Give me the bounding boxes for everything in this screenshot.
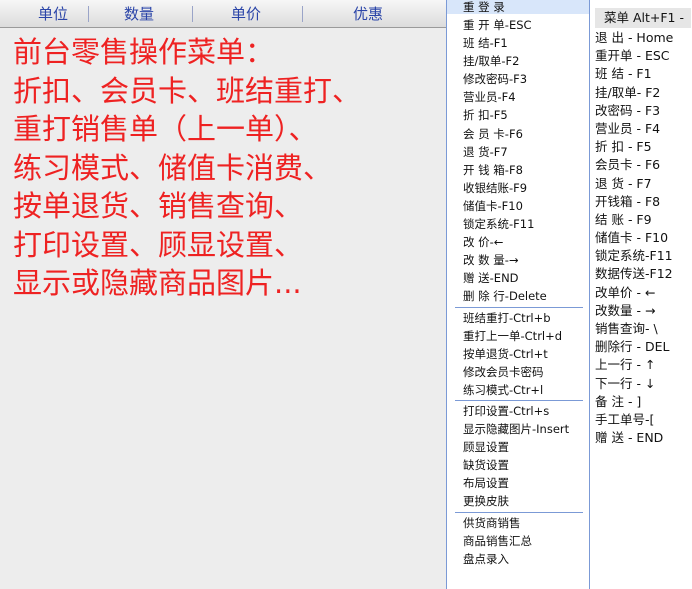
overlay-text-line: 练习模式、储值卡消费、 (13, 150, 333, 185)
menu-item-open-drawer[interactable]: 开 钱 箱-F8 (447, 161, 589, 179)
menu-item-relogin[interactable]: 重 登 录 (447, 0, 589, 14)
shortcut-delete-row[interactable]: 删除行 - DEL (595, 338, 692, 356)
column-header-quantity[interactable]: 数量 (96, 6, 182, 23)
column-header-discount[interactable]: 优惠 (320, 6, 416, 23)
shortcut-return[interactable]: 退 货 - F7 (595, 175, 692, 193)
menu-item-reprint-shift[interactable]: 班结重打-Ctrl+b (447, 309, 589, 327)
menu-item-lock-system[interactable]: 锁定系统-F11 (447, 215, 589, 233)
shortcut-next-row[interactable]: 下一行 - ↓ (595, 375, 692, 393)
menu-item-supplier-sales[interactable]: 供货商销售 (447, 514, 589, 532)
shortcut-manual-number[interactable]: 手工单号-[ (595, 411, 692, 429)
shortcut-change-price[interactable]: 改单价 - ← (595, 284, 692, 302)
shortcut-gift[interactable]: 赠 送 - END (595, 429, 692, 447)
menu-item-stocktake[interactable]: 盘点录入 (447, 550, 589, 568)
shortcut-open-drawer[interactable]: 开钱箱 - F8 (595, 193, 692, 211)
column-divider[interactable] (302, 6, 303, 22)
overlay-text-line: 按单退货、销售查询、 (13, 189, 304, 223)
menu-item-delete-row[interactable]: 删 除 行-Delete (447, 287, 589, 305)
menu-item-shift-close[interactable]: 班 结-F1 (447, 34, 589, 52)
shortcut-member-card[interactable]: 会员卡 - F6 (595, 156, 692, 174)
menu-item-sales-summary[interactable]: 商品销售汇总 (447, 532, 589, 550)
menu-item-print-settings[interactable]: 打印设置-Ctrl+s (447, 402, 589, 420)
shortcut-reopen[interactable]: 重开单 - ESC (595, 47, 692, 65)
menu-item-reopen[interactable]: 重 开 单-ESC (447, 16, 589, 34)
operations-dropdown-menu: 重 登 录 重 开 单-ESC 班 结-F1 挂/取单-F2 修改密码-F3 营… (446, 0, 590, 589)
menu-item-change-password[interactable]: 修改密码-F3 (447, 70, 589, 88)
shortcut-panel: 菜单 Alt+F1 - 退 出 - Home 重开单 - ESC 班 结 - F… (590, 0, 692, 589)
overlay-text-line: 重打销售单（上一单）、 (13, 112, 318, 146)
menu-item-stored-value-card[interactable]: 储值卡-F10 (447, 197, 589, 215)
column-divider[interactable] (192, 6, 193, 22)
sales-table-header: 单位 数量 单价 优惠 (0, 0, 446, 28)
shortcut-shift-close[interactable]: 班 结 - F1 (595, 65, 692, 83)
overlay-text-line: 打印设置、顾显设置、 (13, 227, 304, 262)
menu-item-stockout-settings[interactable]: 缺货设置 (447, 456, 589, 474)
column-header-price[interactable]: 单价 (200, 6, 292, 23)
shortcut-remark[interactable]: 备 注 - ] (595, 393, 692, 411)
shortcut-previous-row[interactable]: 上一行 - ↑ (595, 356, 692, 374)
column-header-unit[interactable]: 单位 (22, 6, 84, 23)
menu-button[interactable]: 菜单 Alt+F1 - (595, 8, 691, 28)
menu-item-salesperson[interactable]: 营业员-F4 (447, 88, 589, 106)
menu-item-discount[interactable]: 折 扣-F5 (447, 106, 589, 124)
menu-item-gift[interactable]: 赠 送-END (447, 269, 589, 287)
menu-description-overlay: 前台零售操作菜单： 折扣、会员卡、班结重打、 重打销售单（上一单）、 练习模式、… (13, 33, 446, 303)
overlay-text-line: 前台零售操作菜单： (13, 35, 275, 69)
menu-item-member-card[interactable]: 会 员 卡-F6 (447, 125, 589, 143)
menu-item-return[interactable]: 退 货-F7 (447, 143, 589, 161)
shortcut-list: 退 出 - Home 重开单 - ESC 班 结 - F1 挂/取单- F2 改… (595, 29, 692, 447)
shortcut-checkout[interactable]: 结 账 - F9 (595, 211, 692, 229)
menu-item-change-skin[interactable]: 更换皮肤 (447, 492, 589, 510)
menu-item-checkout[interactable]: 收银结账-F9 (447, 179, 589, 197)
shortcut-hold-retrieve[interactable]: 挂/取单- F2 (595, 84, 692, 102)
menu-item-practice-mode[interactable]: 练习模式-Ctr+l (447, 381, 589, 399)
shortcut-change-quantity[interactable]: 改数量 - → (595, 302, 692, 320)
shortcut-lock-system[interactable]: 锁定系统-F11 (595, 247, 692, 265)
menu-separator (447, 511, 589, 514)
menu-item-return-by-receipt[interactable]: 按单退货-Ctrl+t (447, 345, 589, 363)
shortcut-sales-query[interactable]: 销售查询- \ (595, 320, 692, 338)
menu-item-layout-settings[interactable]: 布局设置 (447, 474, 589, 492)
overlay-text-line: 显示或隐藏商品图片... (13, 266, 302, 300)
shortcut-discount[interactable]: 折 扣 - F5 (595, 138, 692, 156)
menu-item-toggle-images[interactable]: 显示隐藏图片-Insert (447, 420, 589, 438)
menu-item-hold-retrieve[interactable]: 挂/取单-F2 (447, 52, 589, 70)
column-divider[interactable] (88, 6, 89, 22)
menu-item-change-quantity[interactable]: 改 数 量-→ (447, 251, 589, 269)
shortcut-stored-value-card[interactable]: 储值卡 - F10 (595, 229, 692, 247)
sales-table-body[interactable]: 前台零售操作菜单： 折扣、会员卡、班结重打、 重打销售单（上一单）、 练习模式、… (0, 28, 446, 589)
menu-item-list: 重 开 单-ESC 班 结-F1 挂/取单-F2 修改密码-F3 营业员-F4 … (447, 16, 589, 568)
shortcut-salesperson[interactable]: 营业员 - F4 (595, 120, 692, 138)
menu-separator (447, 306, 589, 309)
shortcut-change-password[interactable]: 改密码 - F3 (595, 102, 692, 120)
menu-item-display-settings[interactable]: 顾显设置 (447, 438, 589, 456)
menu-item-change-member-password[interactable]: 修改会员卡密码 (447, 363, 589, 381)
menu-item-change-price[interactable]: 改 价-← (447, 233, 589, 251)
overlay-text-line: 折扣、会员卡、班结重打、 (13, 73, 362, 108)
shortcut-data-transfer[interactable]: 数据传送-F12 (595, 265, 692, 283)
menu-item-reprint-last[interactable]: 重打上一单-Ctrl+d (447, 327, 589, 345)
menu-separator (447, 399, 589, 402)
shortcut-exit[interactable]: 退 出 - Home (595, 29, 692, 47)
